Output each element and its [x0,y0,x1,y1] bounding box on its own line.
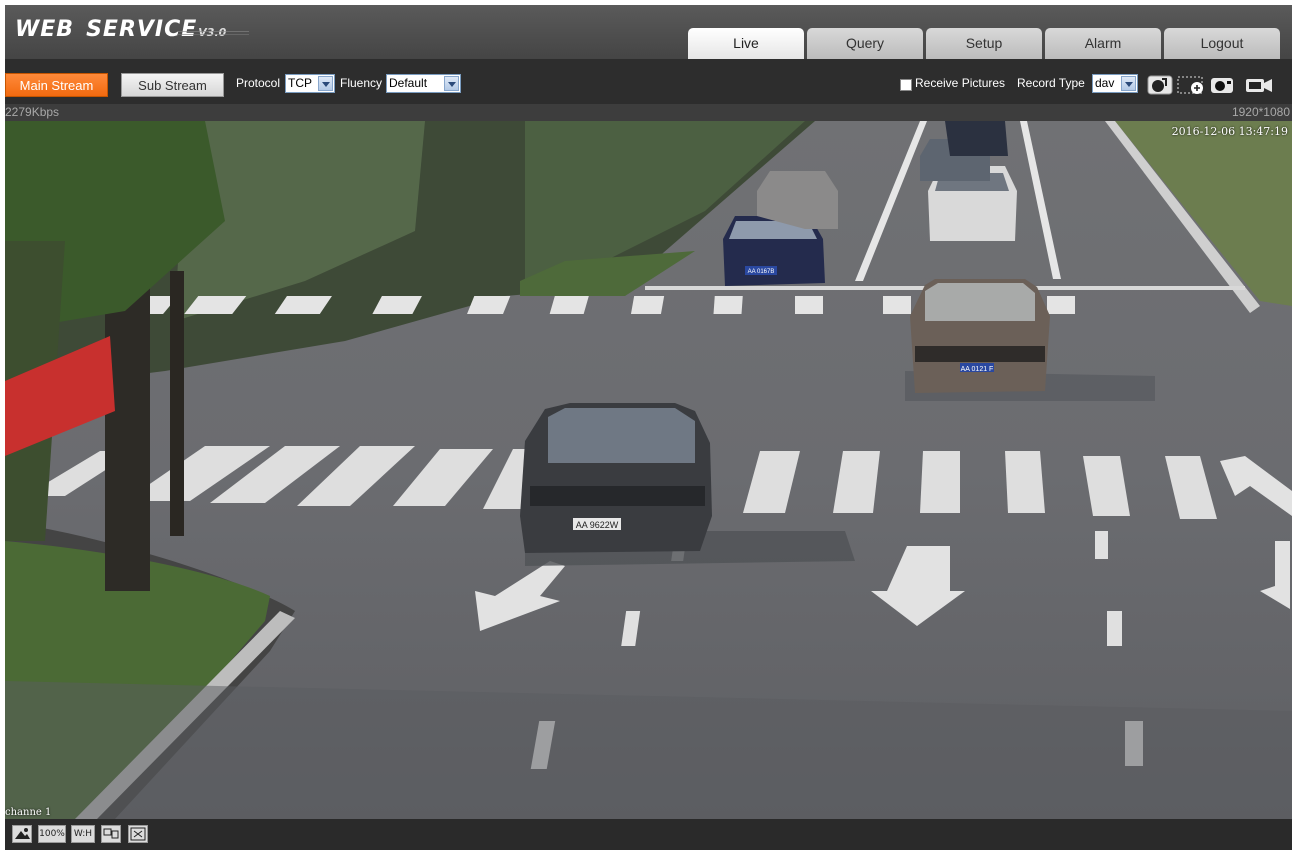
header: WEB SERVICEV3.0 Live Query Setup Alarm Lo… [5,5,1292,59]
fluency-label: Fluency [340,76,383,90]
tab-setup[interactable]: Setup [926,28,1042,59]
plate-bmw: AA 0121 F [961,366,994,373]
manual-record-icon[interactable] [1147,75,1173,95]
digital-zoom-icon[interactable] [1177,75,1203,95]
record-type-label: Record Type [1017,76,1085,90]
logo-web: WEB [15,17,75,42]
car-vw: AA 9622W [520,403,712,553]
protocol-value: TCP [288,76,312,90]
osd-channel-label: channe 1 [5,807,52,818]
aspect-ratio-button[interactable]: W:H [71,825,95,843]
logo: WEB SERVICEV3.0 [15,17,226,42]
logo-swoosh [177,31,249,35]
fullscreen-icon[interactable] [128,825,148,843]
snapshot-icon[interactable] [1210,75,1236,95]
bitrate-readout: 2279Kbps [5,105,60,119]
logo-service: SERVICE [86,17,198,42]
tab-live[interactable]: Live [688,28,804,59]
protocol-select[interactable]: TCP [285,74,335,93]
tab-alarm[interactable]: Alarm [1045,28,1161,59]
fluency-select[interactable]: Default [386,74,461,93]
main-stream-button[interactable]: Main Stream [5,73,108,97]
main-tabs: Live Query Setup Alarm Logout [688,28,1283,59]
chevron-down-icon [444,76,459,91]
osd-timestamp: 2016-12-06 13:47:19 [1171,125,1288,138]
camera-frame: AA 9622W AA 0121 F AA 0167B [5,121,1292,819]
plate-jaguar: AA 0167B [748,269,775,275]
chevron-down-icon [318,76,333,91]
fluency-value: Default [389,76,428,90]
stream-toolbar: Main Stream Sub Stream Protocol TCP Flue… [5,59,1292,104]
stream-info-bar: 2279Kbps 1920*1080 [5,104,1292,121]
receive-pictures-label: Receive Pictures [915,76,1006,90]
live-video-view[interactable]: AA 9622W AA 0121 F AA 0167B 2016-12-06 1… [5,121,1292,819]
snapshot-view-icon[interactable] [12,825,32,843]
video-control-bar: 100% W:H [5,819,1292,850]
chevron-down-icon [1121,76,1136,91]
window-mode-icon[interactable] [101,825,121,843]
web-service-app: WEB SERVICEV3.0 Live Query Setup Alarm Lo… [5,5,1292,850]
car-bmw: AA 0121 F [910,279,1050,393]
original-size-button[interactable]: 100% [38,825,66,843]
sub-stream-button[interactable]: Sub Stream [121,73,224,97]
receive-pictures-checkbox[interactable] [900,79,912,91]
record-type-select[interactable]: dav [1092,74,1138,93]
record-type-value: dav [1095,76,1115,90]
plate-vw: AA 9622W [576,520,619,530]
resolution-readout: 1920*1080 [1231,105,1290,119]
protocol-label: Protocol [236,76,281,90]
tab-logout[interactable]: Logout [1164,28,1280,59]
tab-query[interactable]: Query [807,28,923,59]
record-icon[interactable] [1244,75,1272,95]
